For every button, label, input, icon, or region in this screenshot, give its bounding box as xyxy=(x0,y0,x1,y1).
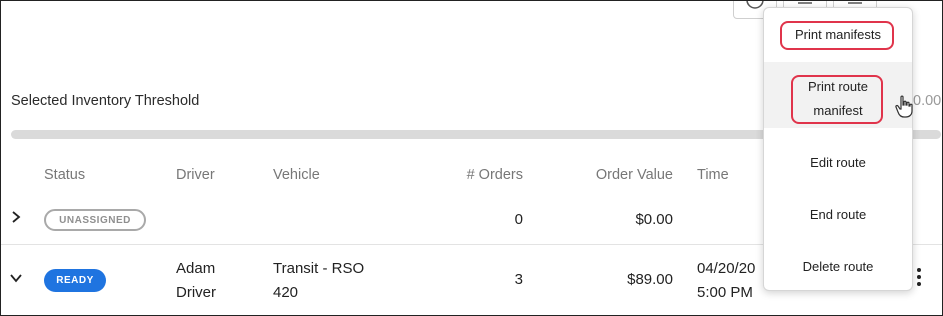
threshold-value: 0.00 xyxy=(913,93,942,109)
clock-icon xyxy=(746,1,764,9)
kebab-menu-icon[interactable] xyxy=(916,268,922,288)
order-value: $0.00 xyxy=(635,211,673,228)
vehicle-number: 420 xyxy=(273,284,299,301)
vehicle-name: Transit - RSO xyxy=(273,260,365,277)
driver-name-last: Driver xyxy=(176,284,216,301)
order-value: $89.00 xyxy=(627,271,673,288)
status-badge: READY xyxy=(44,269,106,292)
threshold-label: Selected Inventory Threshold xyxy=(11,93,200,109)
route-actions-menu: Print manifests Print route manifest Edi… xyxy=(763,7,913,291)
driver-name-first: Adam xyxy=(176,260,216,277)
highlight-print-manifests xyxy=(780,21,894,50)
orders-count: 0 xyxy=(514,211,523,228)
column-header-order-value: Order Value xyxy=(595,167,673,183)
menu-item-end-route[interactable]: End route xyxy=(764,207,912,222)
column-header-orders: # Orders xyxy=(466,167,523,183)
chevron-down-icon[interactable] xyxy=(9,271,23,285)
routes-panel: Selected Inventory Threshold 0.00 Status… xyxy=(0,0,943,316)
column-header-vehicle: Vehicle xyxy=(273,167,320,183)
menu-item-edit-route[interactable]: Edit route xyxy=(764,155,912,170)
time-hour: 5:00 PM xyxy=(697,284,753,301)
time-date: 04/20/20 xyxy=(697,260,756,277)
column-header-status: Status xyxy=(44,167,86,183)
column-header-time: Time xyxy=(697,167,729,183)
orders-count: 3 xyxy=(514,271,523,288)
highlight-print-route-manifest xyxy=(791,75,883,124)
chevron-right-icon[interactable] xyxy=(9,210,23,224)
hand-pointer-icon xyxy=(895,95,913,118)
column-header-driver: Driver xyxy=(176,167,215,183)
menu-item-delete-route[interactable]: Delete route xyxy=(764,259,912,274)
status-badge: UNASSIGNED xyxy=(44,209,146,231)
